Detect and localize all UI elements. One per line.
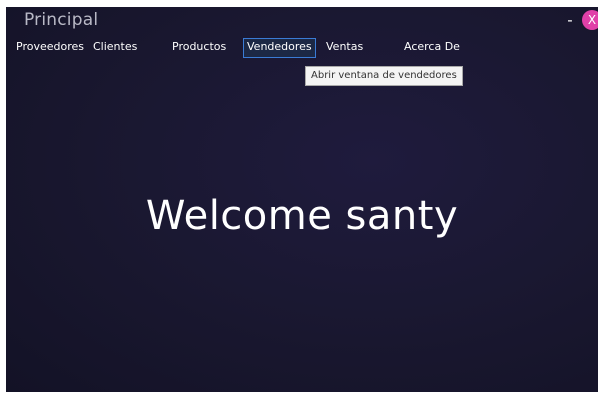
main-window: Principal - X Proveedores Clientes Produ… bbox=[6, 7, 598, 392]
menu-item-productos[interactable]: Productos bbox=[172, 38, 226, 56]
menu-item-proveedores[interactable]: Proveedores bbox=[16, 38, 84, 56]
window-title: Principal bbox=[24, 10, 99, 30]
welcome-message: Welcome santy bbox=[145, 193, 459, 239]
menu-item-clientes[interactable]: Clientes bbox=[93, 38, 137, 56]
menu-item-vendedores[interactable]: Vendedores bbox=[243, 38, 316, 58]
minimize-button[interactable]: - bbox=[563, 10, 577, 30]
vendedores-tooltip: Abrir ventana de vendedores bbox=[305, 66, 463, 86]
menu-item-acerca-de[interactable]: Acerca De bbox=[404, 38, 460, 56]
close-button[interactable]: X bbox=[582, 10, 598, 30]
menu-item-ventas[interactable]: Ventas bbox=[326, 38, 363, 56]
